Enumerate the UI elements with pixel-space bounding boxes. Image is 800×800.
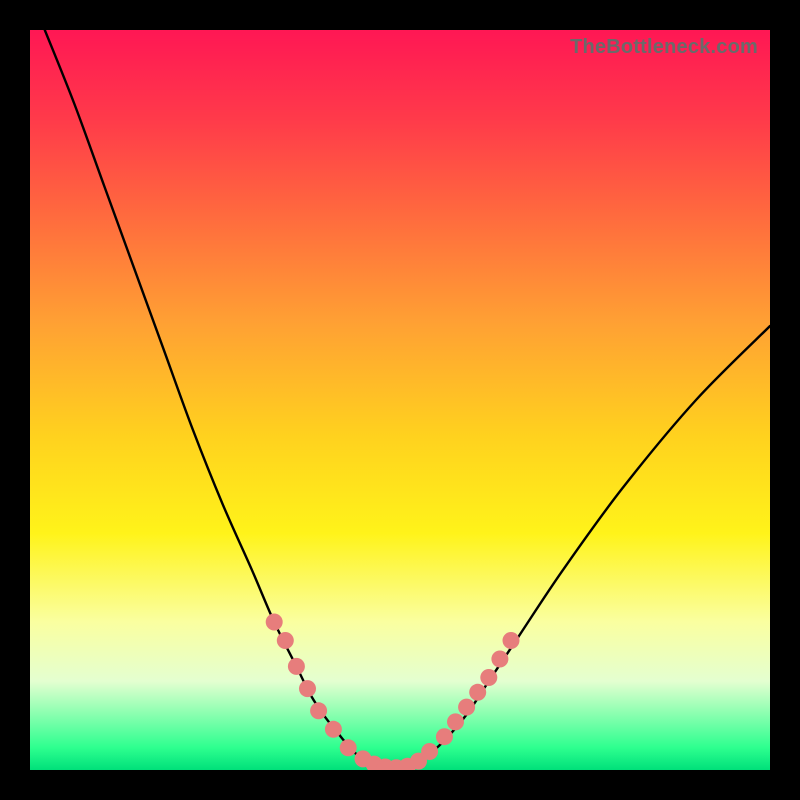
data-marker	[266, 614, 283, 631]
data-marker	[288, 658, 305, 675]
data-marker	[325, 721, 342, 738]
data-marker	[299, 680, 316, 697]
data-marker	[340, 739, 357, 756]
data-marker	[491, 651, 508, 668]
bottleneck-curve	[45, 30, 770, 768]
data-marker	[469, 684, 486, 701]
data-marker	[503, 632, 520, 649]
data-marker	[310, 702, 327, 719]
data-marker	[436, 728, 453, 745]
data-marker	[421, 743, 438, 760]
data-marker	[447, 713, 464, 730]
chart-svg	[30, 30, 770, 770]
data-marker	[458, 699, 475, 716]
data-marker	[480, 669, 497, 686]
data-marker	[277, 632, 294, 649]
outer-frame: TheBottleneck.com	[0, 0, 800, 800]
plot-area: TheBottleneck.com	[30, 30, 770, 770]
